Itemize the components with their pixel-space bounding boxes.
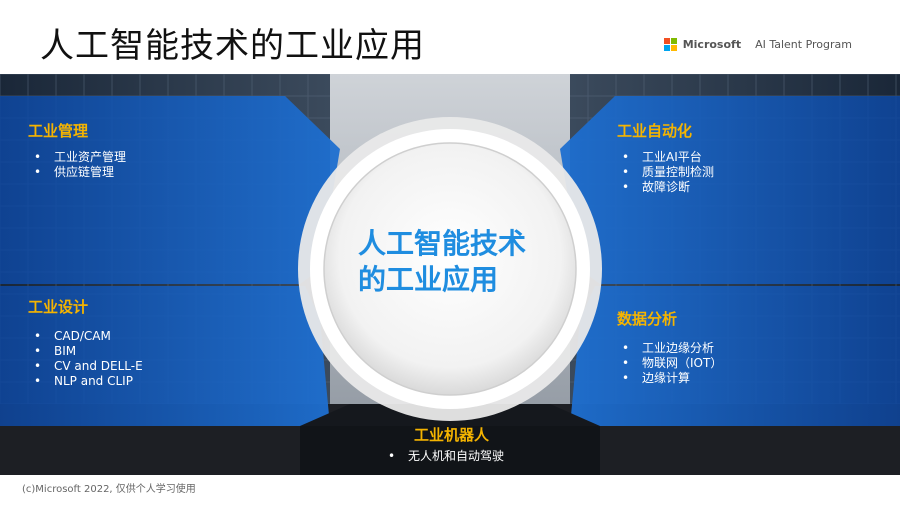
- list-item: 故障诊断: [620, 180, 714, 195]
- category-title-design: 工业设计: [28, 298, 89, 316]
- brand-name: Microsoft: [682, 38, 742, 51]
- category-title-robots: 工业机器人: [414, 426, 490, 444]
- list-item: CAD/CAM: [32, 329, 143, 344]
- category-list-robots: 无人机和自动驾驶: [386, 449, 504, 464]
- list-item: 工业AI平台: [620, 150, 714, 165]
- category-list-management: 工业资产管理 供应链管理: [32, 150, 126, 180]
- center-heading-line1: 人工智能技术: [358, 227, 527, 260]
- list-item: 边缘计算: [620, 371, 722, 386]
- category-list-automation: 工业AI平台 质量控制检测 故障诊断: [620, 150, 714, 195]
- hero-panel: 工业管理 工业资产管理 供应链管理 工业设计 CAD/CAM BIM CV an…: [0, 74, 900, 475]
- list-item: NLP and CLIP: [32, 374, 143, 389]
- category-list-analytics: 工业边缘分析 物联网（IOT） 边缘计算: [620, 341, 722, 386]
- category-list-design: CAD/CAM BIM CV and DELL-E NLP and CLIP: [32, 329, 143, 389]
- center-heading-line2: 的工业应用: [358, 263, 499, 296]
- list-item: 工业资产管理: [32, 150, 126, 165]
- list-item: BIM: [32, 344, 143, 359]
- center-heading: 人工智能技术 的工业应用: [330, 226, 570, 298]
- category-title-automation: 工业自动化: [617, 122, 693, 140]
- category-title-management: 工业管理: [28, 122, 89, 140]
- list-item: 物联网（IOT）: [620, 356, 722, 371]
- category-title-analytics: 数据分析: [617, 310, 678, 328]
- brand-block: Microsoft AI Talent Program: [663, 38, 852, 51]
- list-item: CV and DELL-E: [32, 359, 143, 374]
- brand-program: AI Talent Program: [755, 38, 852, 51]
- list-item: 供应链管理: [32, 165, 126, 180]
- list-item: 工业边缘分析: [620, 341, 722, 356]
- copyright-footer: (c)Microsoft 2022, 仅供个人学习使用: [22, 484, 196, 495]
- list-item: 质量控制检测: [620, 165, 714, 180]
- list-item: 无人机和自动驾驶: [386, 449, 504, 464]
- slide-title: 人工智能技术的工业应用: [40, 26, 425, 66]
- microsoft-logo-icon: [663, 38, 677, 51]
